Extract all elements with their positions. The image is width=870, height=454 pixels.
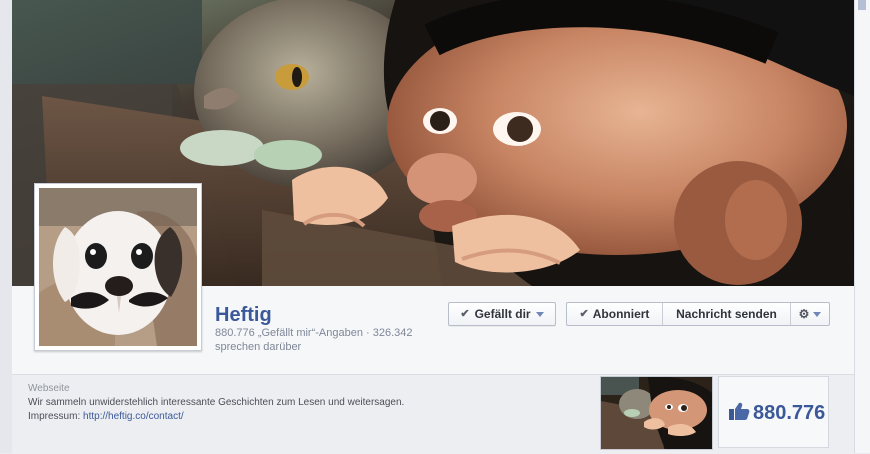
check-icon: ✔ [579, 307, 589, 320]
page-title[interactable]: Heftig [215, 304, 272, 327]
subscribe-button-label: Abonniert [592, 307, 650, 321]
page-meta-line-2: sprechen darüber [215, 341, 302, 353]
message-button[interactable]: Nachricht senden [662, 303, 790, 325]
profile-picture-image [39, 188, 197, 346]
about-section: Webseite Wir sammeln unwiderstehlich int… [28, 382, 592, 447]
facebook-page-view: Heftig 880.776 „Gefällt mir“-Angaben · 3… [0, 0, 870, 454]
photos-thumbnail[interactable] [600, 376, 713, 450]
right-gutter [854, 0, 870, 453]
likes-count-box[interactable]: 880.776 [718, 376, 829, 448]
like-button[interactable]: ✔ Gefällt dir [448, 302, 556, 326]
page-meta: 880.776 „Gefällt mir“-Angaben · 326.342 … [215, 326, 430, 354]
subscribe-button[interactable]: ✔ Abonniert [567, 303, 662, 325]
about-description: Wir sammeln unwiderstehlich interessante… [28, 397, 405, 408]
chevron-down-icon [535, 311, 544, 317]
page-meta-line-1: 880.776 „Gefällt mir“-Angaben · 326.342 [215, 327, 413, 339]
message-button-label: Nachricht senden [676, 307, 777, 321]
about-label: Webseite [28, 383, 70, 394]
thumbs-up-icon [729, 402, 750, 420]
check-icon: ✔ [460, 307, 470, 320]
profile-picture[interactable] [34, 183, 202, 351]
settings-menu-button[interactable]: ⚙ [790, 303, 829, 325]
chevron-down-icon [813, 311, 822, 317]
imprint-prefix: Impressum: [28, 411, 84, 422]
page-actions-combo: ✔ Abonniert Nachricht senden ⚙ [566, 302, 830, 326]
imprint-line: Impressum: http://heftig.co/contact/ [28, 410, 592, 424]
like-button-label: Gefällt dir [474, 307, 531, 321]
gear-icon: ⚙ [798, 307, 810, 321]
imprint-link[interactable]: http://heftig.co/contact/ [83, 411, 184, 422]
mini-sidebar-indicator [858, 0, 866, 10]
likes-count: 880.776 [753, 402, 826, 424]
